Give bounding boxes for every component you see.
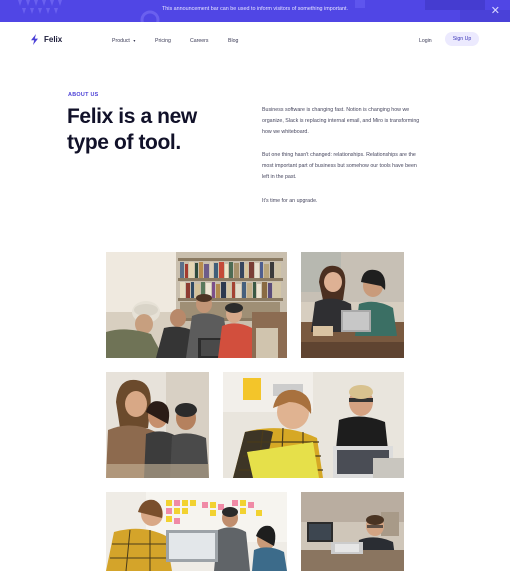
nav-item-label: Product <box>112 38 130 44</box>
nav-item-blog[interactable]: Blog <box>228 38 238 44</box>
brand-logo[interactable]: Felix <box>30 34 62 45</box>
team-photo <box>223 372 404 478</box>
intro-paragraph: Business software is changing fast. Noti… <box>262 107 420 135</box>
team-photo <box>301 252 404 358</box>
chevron-down-icon: ▾ <box>133 38 136 43</box>
brand-name: Felix <box>44 35 63 44</box>
team-photo <box>106 492 287 571</box>
announcement-bar: This announcement bar can be used to inf… <box>0 0 510 22</box>
team-photo <box>106 372 209 478</box>
nav-item-careers[interactable]: Careers <box>190 38 208 44</box>
team-photo <box>301 492 404 571</box>
nav-item-pricing[interactable]: Pricing <box>155 38 171 44</box>
announcement-text: This announcement bar can be used to inf… <box>161 6 349 12</box>
team-photo <box>106 252 287 358</box>
section-eyebrow: ABOUT US <box>68 92 99 98</box>
top-nav: Felix Product ▾ Pricing Careers Blog Log… <box>0 22 510 58</box>
bolt-icon <box>31 34 38 45</box>
headline-line: type of tool. <box>67 131 181 154</box>
nav-item-product[interactable]: Product ▾ <box>112 38 135 44</box>
intro-paragraph: But one thing hasn't changed: relationsh… <box>262 152 417 180</box>
intro-paragraph: It's time for an upgrade. <box>262 198 318 204</box>
signup-button[interactable]: Sign Up <box>445 32 479 46</box>
close-icon[interactable]: ✕ <box>491 3 500 19</box>
page-headline: Felix is a new type of tool. <box>67 104 227 156</box>
login-link[interactable]: Login <box>419 38 432 44</box>
headline-line: Felix is a new <box>67 105 197 128</box>
